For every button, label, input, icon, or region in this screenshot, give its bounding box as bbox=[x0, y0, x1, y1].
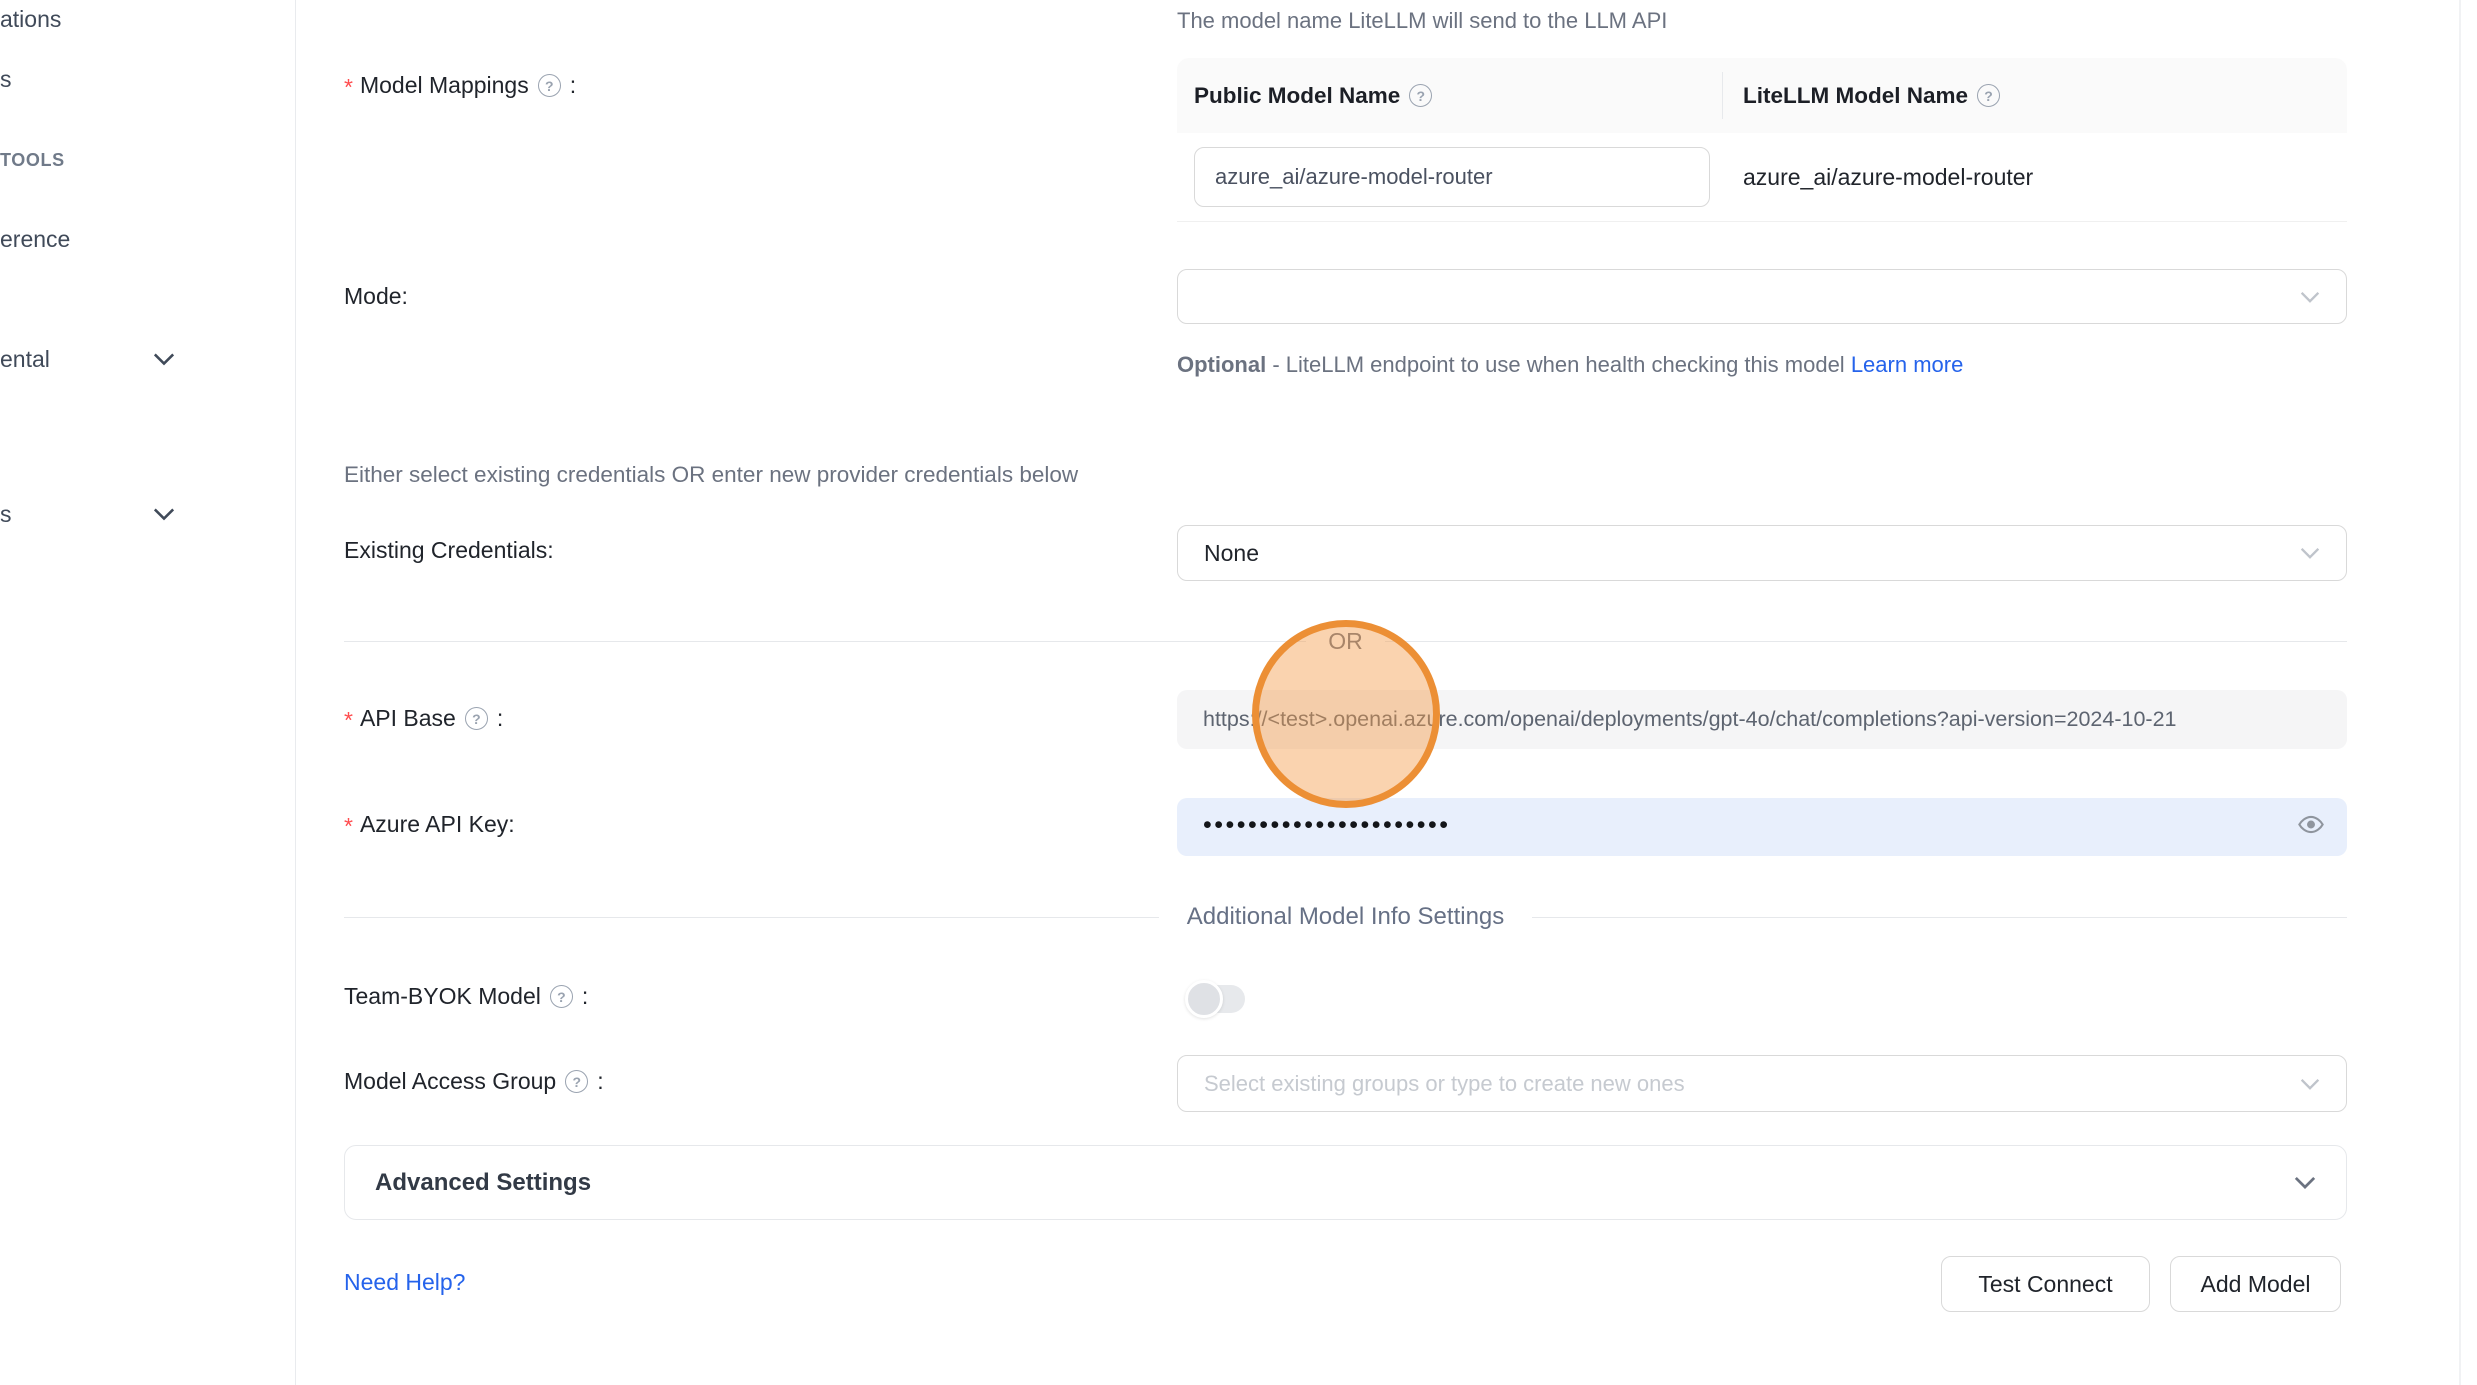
model-access-group-label: Model Access Group : bbox=[344, 1068, 604, 1095]
litellm-model-name-value: azure_ai/azure-model-router bbox=[1743, 133, 2033, 221]
credentials-note: Either select existing credentials OR en… bbox=[344, 462, 1078, 488]
eye-icon[interactable] bbox=[2297, 811, 2325, 844]
help-icon[interactable] bbox=[550, 985, 573, 1008]
chevron-down-icon[interactable] bbox=[153, 352, 175, 366]
help-icon[interactable] bbox=[465, 707, 488, 730]
existing-credentials-label: Existing Credentials : bbox=[344, 537, 554, 564]
azure-api-key-input[interactable]: •••••••••••••••••••••• bbox=[1177, 798, 2347, 856]
add-model-page: ations s TOOLS erence ental s The model … bbox=[0, 0, 2477, 1385]
table-row: azure_ai/azure-model-router bbox=[1177, 133, 2347, 222]
required-marker: * bbox=[344, 74, 353, 101]
need-help-link[interactable]: Need Help? bbox=[344, 1269, 465, 1296]
toggle-knob bbox=[1185, 980, 1223, 1018]
api-base-input[interactable]: https://<test>.openai.azure.com/openai/d… bbox=[1177, 690, 2347, 749]
sidebar-divider bbox=[295, 0, 296, 1385]
sidebar-section-tools: TOOLS bbox=[0, 150, 65, 171]
additional-info-divider: Additional Model Info Settings bbox=[344, 903, 2347, 931]
model-access-group-select[interactable]: Select existing groups or type to create… bbox=[1177, 1055, 2347, 1112]
chevron-down-icon bbox=[2300, 1078, 2320, 1090]
model-mappings-label: * Model Mappings : bbox=[344, 72, 576, 99]
column-header-public-model-name: Public Model Name bbox=[1177, 83, 1441, 109]
required-marker: * bbox=[344, 707, 353, 734]
help-icon[interactable] bbox=[1409, 84, 1432, 107]
table-header-row: Public Model Name LiteLLM Model Name bbox=[1177, 58, 2347, 134]
mode-select[interactable] bbox=[1177, 269, 2347, 324]
masked-key-value: •••••••••••••••••••••• bbox=[1203, 811, 1451, 840]
model-mappings-table: Public Model Name LiteLLM Model Name azu… bbox=[1177, 58, 2347, 221]
azure-api-key-label: * Azure API Key : bbox=[344, 811, 515, 838]
help-icon[interactable] bbox=[1977, 84, 2000, 107]
or-divider: OR bbox=[344, 628, 2347, 655]
team-byok-toggle[interactable] bbox=[1188, 985, 1245, 1013]
api-base-label: * API Base : bbox=[344, 705, 503, 732]
chevron-down-icon bbox=[2300, 547, 2320, 559]
team-byok-label: Team-BYOK Model : bbox=[344, 983, 588, 1010]
advanced-settings-panel[interactable]: Advanced Settings bbox=[344, 1145, 2347, 1220]
test-connect-button[interactable]: Test Connect bbox=[1941, 1256, 2150, 1312]
mode-label: Mode : bbox=[344, 283, 408, 310]
chevron-down-icon[interactable] bbox=[153, 507, 175, 521]
public-model-name-input[interactable] bbox=[1194, 147, 1710, 207]
chevron-down-icon bbox=[2294, 1176, 2316, 1189]
model-name-helper-text: The model name LiteLLM will send to the … bbox=[1177, 8, 1667, 34]
sidebar-item-fragment[interactable]: s bbox=[0, 66, 12, 93]
sidebar-item-fragment[interactable]: ental bbox=[0, 346, 50, 373]
sidebar-item-fragment[interactable]: s bbox=[0, 501, 12, 528]
chevron-down-icon bbox=[2300, 291, 2320, 303]
mode-help-text: Optional - LiteLLM endpoint to use when … bbox=[1177, 345, 2027, 384]
column-divider bbox=[1722, 72, 1723, 119]
select-placeholder: Select existing groups or type to create… bbox=[1204, 1071, 1685, 1097]
help-icon[interactable] bbox=[565, 1070, 588, 1093]
sidebar-item-fragment[interactable]: ations bbox=[0, 6, 61, 33]
required-marker: * bbox=[344, 813, 353, 840]
learn-more-link[interactable]: Learn more bbox=[1851, 352, 1964, 377]
scrollbar-track[interactable] bbox=[2459, 0, 2461, 1385]
help-icon[interactable] bbox=[538, 74, 561, 97]
sidebar-item-fragment[interactable]: erence bbox=[0, 226, 70, 253]
existing-credentials-select[interactable]: None bbox=[1177, 525, 2347, 581]
column-header-litellm-model-name: LiteLLM Model Name bbox=[1743, 83, 2009, 109]
add-model-button[interactable]: Add Model bbox=[2170, 1256, 2341, 1312]
